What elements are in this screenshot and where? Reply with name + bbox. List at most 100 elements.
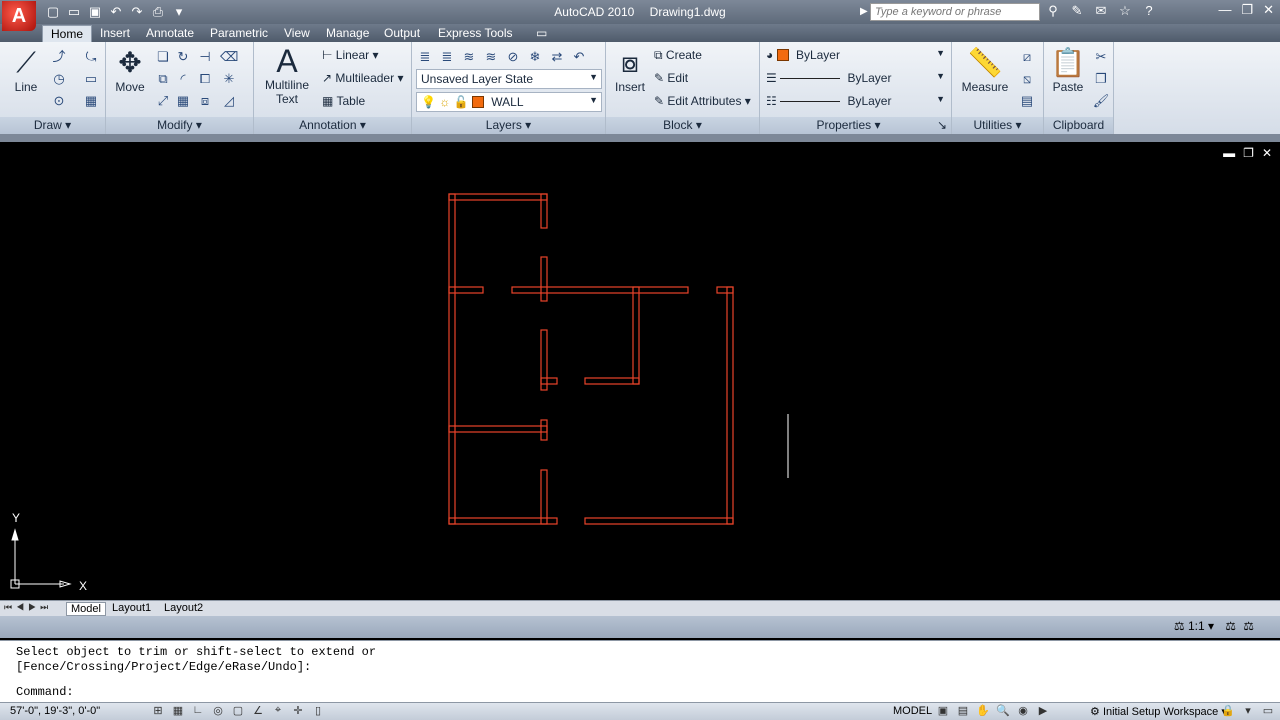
wall-top[interactable]	[448, 193, 548, 201]
pan-icon[interactable]: ✋	[975, 704, 991, 720]
hatch-icon[interactable]: ▦	[82, 92, 100, 110]
mirror-icon[interactable]: ⧉	[154, 70, 172, 88]
cut-icon[interactable]: ✂	[1092, 48, 1110, 66]
wall-center-upper[interactable]	[540, 256, 548, 302]
communication-icon[interactable]: ✉	[1092, 3, 1110, 21]
wall-bottom-center[interactable]	[540, 469, 548, 525]
table-button[interactable]: ▦ Table	[322, 94, 365, 108]
quick-select-icon[interactable]: ⧄	[1018, 48, 1036, 66]
clipboard-panel-title[interactable]: Clipboard	[1044, 117, 1113, 134]
tab-model[interactable]: Model	[66, 602, 106, 616]
modify-panel-title[interactable]: Modify ▾	[106, 117, 253, 134]
help-icon[interactable]: ?	[1140, 3, 1158, 21]
rectangle-icon[interactable]: ▭	[82, 70, 100, 88]
wall-right-outer[interactable]	[726, 286, 734, 525]
trim-icon[interactable]: ⊣	[196, 48, 214, 66]
zoom-icon[interactable]: 🔍	[995, 704, 1011, 720]
quick-view-layouts-icon[interactable]: ▣	[935, 704, 951, 720]
measure-button[interactable]: 📏 Measure	[958, 46, 1012, 94]
clean-screen-icon[interactable]: ▭	[1260, 704, 1276, 720]
copy-clip-icon[interactable]: ❐	[1092, 70, 1110, 88]
select-all-icon[interactable]: ⧅	[1018, 70, 1036, 88]
lineweight-select[interactable]: ☷ ByLayer ▼	[762, 92, 948, 112]
explode-icon[interactable]: ✳	[220, 70, 238, 88]
tab-parametric[interactable]: Parametric	[202, 25, 276, 42]
command-prompt[interactable]: Command:	[16, 685, 74, 699]
wall-center-stub[interactable]	[540, 377, 558, 385]
search-input[interactable]: Type a keyword or phrase	[870, 3, 1040, 21]
array-icon[interactable]: ▦	[174, 92, 192, 110]
wall-bottom-right[interactable]	[584, 517, 734, 525]
layer-off-icon[interactable]: ⊘	[504, 48, 522, 66]
layer-state-select[interactable]: Unsaved Layer State ▼	[416, 69, 602, 89]
annotation-visibility-icon[interactable]: ⚖	[1225, 619, 1236, 633]
annotation-scale[interactable]: ⚖ 1:1 ▾	[1174, 619, 1214, 633]
create-block-button[interactable]: ⧉ Create	[654, 48, 702, 63]
stretch-icon[interactable]: ⧠	[196, 70, 214, 88]
layer-state-icon[interactable]: ≣	[438, 48, 456, 66]
chamfer-icon[interactable]: ◿	[220, 92, 238, 110]
wall-left-outer[interactable]	[448, 193, 456, 525]
dyn-icon[interactable]: ✛	[290, 704, 306, 720]
status-menu-icon[interactable]: ▾	[1240, 704, 1256, 720]
wall-mid-right-stub[interactable]	[716, 286, 734, 294]
tab-layout1[interactable]: Layout1	[108, 602, 155, 614]
color-select[interactable]: ◕ ByLayer ▼	[762, 46, 948, 66]
layer-uniso-icon[interactable]: ≋	[482, 48, 500, 66]
restore-icon[interactable]: ❐	[1241, 2, 1253, 18]
tab-express-tools[interactable]: Express Tools	[430, 25, 520, 42]
offset-icon[interactable]: ⧈	[196, 92, 214, 110]
ribbon-minimize-icon[interactable]: ▭	[528, 25, 555, 42]
workspace-switcher[interactable]: ⚙ Initial Setup Workspace ▾	[1090, 705, 1227, 718]
layer-freeze-icon[interactable]: ❄	[526, 48, 544, 66]
layer-previous-icon[interactable]: ↶	[570, 48, 588, 66]
polyline-icon[interactable]: ⤴	[50, 48, 68, 66]
tab-annotate[interactable]: Annotate	[138, 25, 202, 42]
layer-iso-icon[interactable]: ≋	[460, 48, 478, 66]
search-expand-icon[interactable]: ▶	[860, 6, 868, 17]
layers-panel-title[interactable]: Layers ▾	[412, 117, 605, 134]
layer-select[interactable]: 💡 ☼ 🔓 WALL ▼	[416, 92, 602, 112]
annotation-panel-title[interactable]: Annotation ▾	[254, 117, 411, 134]
linear-dimension-button[interactable]: ⊢ Linear ▾	[322, 48, 379, 62]
linetype-select[interactable]: ☰ ByLayer ▼	[762, 69, 948, 89]
layer-properties-icon[interactable]: ≣	[416, 48, 434, 66]
move-button[interactable]: ✥ Move	[112, 46, 148, 94]
tab-output[interactable]: Output	[376, 25, 428, 42]
calculator-icon[interactable]: ▤	[1018, 92, 1036, 110]
erase-icon[interactable]: ⌫	[220, 48, 238, 66]
line-button[interactable]: ⟋ Line	[8, 46, 44, 94]
edit-attributes-button[interactable]: ✎ Edit Attributes ▾	[654, 94, 751, 108]
lock-ui-icon[interactable]: 🔒	[1220, 704, 1236, 720]
osnap-icon[interactable]: ▢	[230, 704, 246, 720]
block-panel-title[interactable]: Block ▾	[606, 117, 759, 134]
tab-home[interactable]: Home	[42, 25, 93, 42]
scale-icon[interactable]: ⤢	[154, 92, 172, 110]
minimize-icon[interactable]: —	[1218, 2, 1231, 18]
tab-manage[interactable]: Manage	[318, 25, 377, 42]
tab-view[interactable]: View	[276, 25, 318, 42]
otrack-icon[interactable]: ∠	[250, 704, 266, 720]
showmotion-icon[interactable]: ▶	[1035, 704, 1051, 720]
ortho-icon[interactable]: ∟	[190, 704, 206, 720]
multiline-text-button[interactable]: A Multiline Text	[260, 44, 314, 106]
quick-view-drawings-icon[interactable]: ▤	[955, 704, 971, 720]
wall-top-stub[interactable]	[540, 193, 548, 229]
wall-inner-horizontal[interactable]	[584, 377, 640, 385]
properties-panel-title[interactable]: Properties ▾ ↘	[760, 117, 951, 134]
layout-nav-arrows[interactable]: ⏮◀▶⏭	[4, 602, 52, 613]
command-line[interactable]: Select object to trim or shift-select to…	[0, 640, 1280, 702]
close-icon[interactable]: ✕	[1263, 2, 1274, 18]
match-properties-icon[interactable]: 🖌	[1092, 92, 1110, 110]
rotate-icon[interactable]: ↻	[174, 48, 192, 66]
copy-icon[interactable]: ❏	[154, 48, 172, 66]
insert-block-button[interactable]: ⧇ Insert	[612, 46, 648, 94]
edit-block-button[interactable]: ✎ Edit	[654, 71, 688, 85]
coordinate-readout[interactable]: 57'-0", 19'-3", 0'-0"	[10, 705, 100, 717]
wall-lower-left[interactable]	[448, 425, 548, 433]
arc-icon[interactable]: ⤿	[82, 48, 100, 66]
ellipse-icon[interactable]: ⊙	[50, 92, 68, 110]
utilities-panel-title[interactable]: Utilities ▾	[952, 117, 1043, 134]
binoculars-icon[interactable]: ⚲	[1044, 3, 1062, 21]
floor-plan-walls[interactable]	[448, 193, 734, 525]
